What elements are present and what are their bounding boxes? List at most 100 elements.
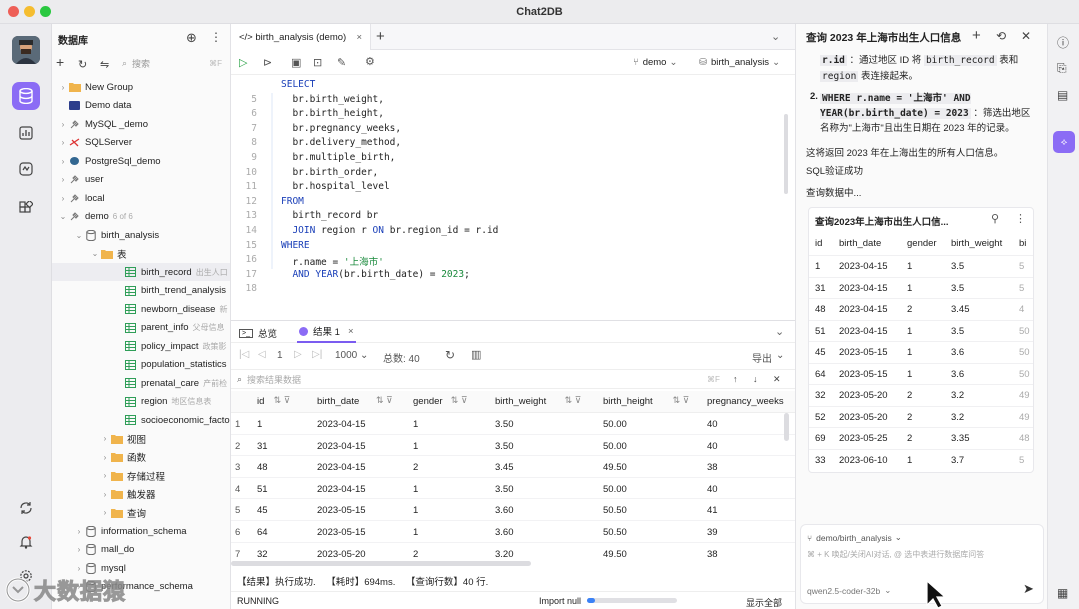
show-all-button[interactable]: 显示全部: [746, 596, 782, 609]
database-nav-icon[interactable]: [12, 82, 40, 110]
tab-close-icon[interactable]: ×: [348, 326, 354, 337]
column-header[interactable]: birth_date: [317, 396, 359, 407]
chevron-right-icon[interactable]: ›: [100, 471, 110, 480]
search-up-icon[interactable]: ↑: [733, 374, 738, 384]
table-cell[interactable]: 40: [707, 419, 718, 430]
tree-item-user[interactable]: › user: [52, 171, 230, 189]
plugins-nav-icon[interactable]: [14, 196, 38, 220]
table-cell[interactable]: 3.50: [495, 484, 514, 495]
send-icon[interactable]: ➤: [1023, 581, 1034, 597]
table-cell[interactable]: 50.00: [603, 441, 627, 452]
table-cell[interactable]: 40: [707, 441, 718, 452]
table-cell[interactable]: 50.50: [603, 527, 627, 538]
tree-item-[interactable]: ⌄ 表: [52, 245, 230, 263]
table-cell[interactable]: 38: [707, 549, 718, 560]
tree-item-region[interactable]: region 地区信息表: [52, 393, 230, 411]
table-cell[interactable]: 1: [413, 419, 418, 430]
sort-filter-icon[interactable]: ⇅ ⊽: [565, 395, 582, 406]
refresh-icon[interactable]: ↻: [78, 58, 87, 71]
ai-input-box[interactable]: ⑂ demo/birth_analysis ⌄ ⌘ + K 唤起/关闭AI对话,…: [800, 524, 1044, 604]
run-icon[interactable]: ▷: [239, 56, 247, 69]
model-select[interactable]: qwen2.5-coder-32b ⌄: [807, 585, 891, 596]
tree-item-newborn_disease[interactable]: newborn_disease 新: [52, 300, 230, 318]
tree-item-performance_schema[interactable]: › performance_schema: [52, 578, 230, 596]
table-cell[interactable]: 50.00: [603, 484, 627, 495]
settings-icon[interactable]: [14, 564, 38, 588]
table-cell[interactable]: 3.20: [495, 549, 514, 560]
close-panel-icon[interactable]: ✕: [1021, 29, 1031, 43]
target-icon[interactable]: ⊕: [186, 30, 197, 46]
tree-item-mysql[interactable]: › mysql: [52, 559, 230, 577]
chevron-right-icon[interactable]: ›: [100, 490, 110, 499]
tree-item-population_statistics[interactable]: population_statistics: [52, 356, 230, 374]
grid-horizontal-scrollbar[interactable]: [231, 561, 531, 566]
table-cell[interactable]: 1: [413, 505, 418, 516]
chevron-right-icon[interactable]: ›: [74, 582, 84, 591]
table-row[interactable]: 7 32 2023-05-20 2 3.20 49.50 38: [231, 543, 795, 563]
table-cell[interactable]: 1: [413, 527, 418, 538]
grid-vertical-scrollbar[interactable]: [784, 413, 789, 441]
table-row[interactable]: 3 48 2023-04-15 2 3.45 49.50 38: [231, 456, 795, 478]
next-page-icon[interactable]: ▷: [294, 349, 302, 360]
table-cell[interactable]: 50.00: [603, 419, 627, 430]
editor-scrollbar[interactable]: [784, 114, 788, 194]
tree-item-birth_record[interactable]: birth_record 出生人口: [52, 263, 230, 281]
tree-item-postgresql_demo[interactable]: › PostgreSql_demo: [52, 152, 230, 170]
sort-filter-icon[interactable]: ⇅ ⊽: [673, 395, 690, 406]
table-row[interactable]: 5 45 2023-05-15 1 3.60 50.50 41: [231, 499, 795, 521]
new-tab-icon[interactable]: +: [376, 28, 385, 45]
table-cell[interactable]: 2023-05-15: [317, 505, 366, 516]
table-cell[interactable]: 49.50: [603, 549, 627, 560]
editor-tab[interactable]: </> birth_analysis (demo) ×: [231, 24, 371, 50]
table-row[interactable]: 2 31 2023-04-15 1 3.50 50.00 40: [231, 435, 795, 457]
pin-icon[interactable]: ⚲: [991, 212, 999, 225]
user-avatar[interactable]: [12, 36, 40, 64]
table-cell[interactable]: 2023-04-15: [317, 462, 366, 473]
tree-item-[interactable]: › 触发器: [52, 485, 230, 503]
info-icon[interactable]: ⓘ: [1057, 34, 1069, 51]
sort-filter-icon[interactable]: ⇅ ⊽: [274, 395, 291, 406]
more-icon[interactable]: ⋮: [210, 30, 222, 44]
table-cell[interactable]: 1: [257, 419, 262, 430]
tree-item-[interactable]: › 存储过程: [52, 467, 230, 485]
page-size-select[interactable]: 1000 ⌄: [335, 350, 368, 361]
chart-nav-icon[interactable]: [14, 121, 38, 145]
table-cell[interactable]: 1: [413, 441, 418, 452]
table-cell[interactable]: 3.60: [495, 505, 514, 516]
ai-assistant-icon[interactable]: ⟡: [1053, 131, 1075, 153]
sort-filter-icon[interactable]: ⇅ ⊽: [451, 395, 468, 406]
chevron-down-icon[interactable]: ⌄: [74, 231, 84, 240]
table-cell[interactable]: 3.45: [495, 462, 514, 473]
column-header[interactable]: birth_weight: [495, 396, 546, 407]
chevron-right-icon[interactable]: ›: [74, 564, 84, 573]
clipboard-icon[interactable]: ▤: [1057, 88, 1068, 102]
tab-close-icon[interactable]: ×: [356, 32, 362, 43]
tree-item-new-group[interactable]: › New Group: [52, 78, 230, 96]
sidebar-search-input[interactable]: ⌕ 搜索 ⌘F: [122, 55, 222, 72]
table-cell[interactable]: 2023-04-15: [317, 441, 366, 452]
chevron-right-icon[interactable]: ›: [58, 83, 68, 92]
column-header[interactable]: gender: [413, 396, 443, 407]
table-cell[interactable]: 2023-05-15: [317, 527, 366, 538]
chevron-right-icon[interactable]: ›: [74, 545, 84, 554]
table-cell[interactable]: 1: [413, 484, 418, 495]
table-cell[interactable]: 45: [257, 505, 268, 516]
chevron-right-icon[interactable]: ›: [100, 453, 110, 462]
column-header[interactable]: pregnancy_weeks: [707, 396, 784, 407]
tree-item-[interactable]: › 函数: [52, 448, 230, 466]
table-cell[interactable]: 2023-04-15: [317, 419, 366, 430]
tree-item-socioeconomic_facto[interactable]: socioeconomic_facto: [52, 411, 230, 429]
tree-item-sqlserver[interactable]: › SQLServer: [52, 134, 230, 152]
editor-settings-icon[interactable]: ⚙: [365, 55, 375, 68]
table-cell[interactable]: 50.50: [603, 505, 627, 516]
page-number[interactable]: 1: [277, 350, 283, 361]
format-icon[interactable]: ⊡: [313, 56, 322, 69]
tab-overview[interactable]: >_ 总览: [239, 326, 277, 340]
chevron-right-icon[interactable]: ›: [100, 508, 110, 517]
table-cell[interactable]: 2: [413, 462, 418, 473]
search-down-icon[interactable]: ↓: [753, 374, 758, 384]
run-selected-icon[interactable]: ⊳: [263, 56, 272, 69]
sort-filter-icon[interactable]: ⇅ ⊽: [376, 395, 393, 406]
tree-item-birth_analysis[interactable]: ⌄ birth_analysis: [52, 226, 230, 244]
last-page-icon[interactable]: ▷|: [312, 349, 322, 360]
